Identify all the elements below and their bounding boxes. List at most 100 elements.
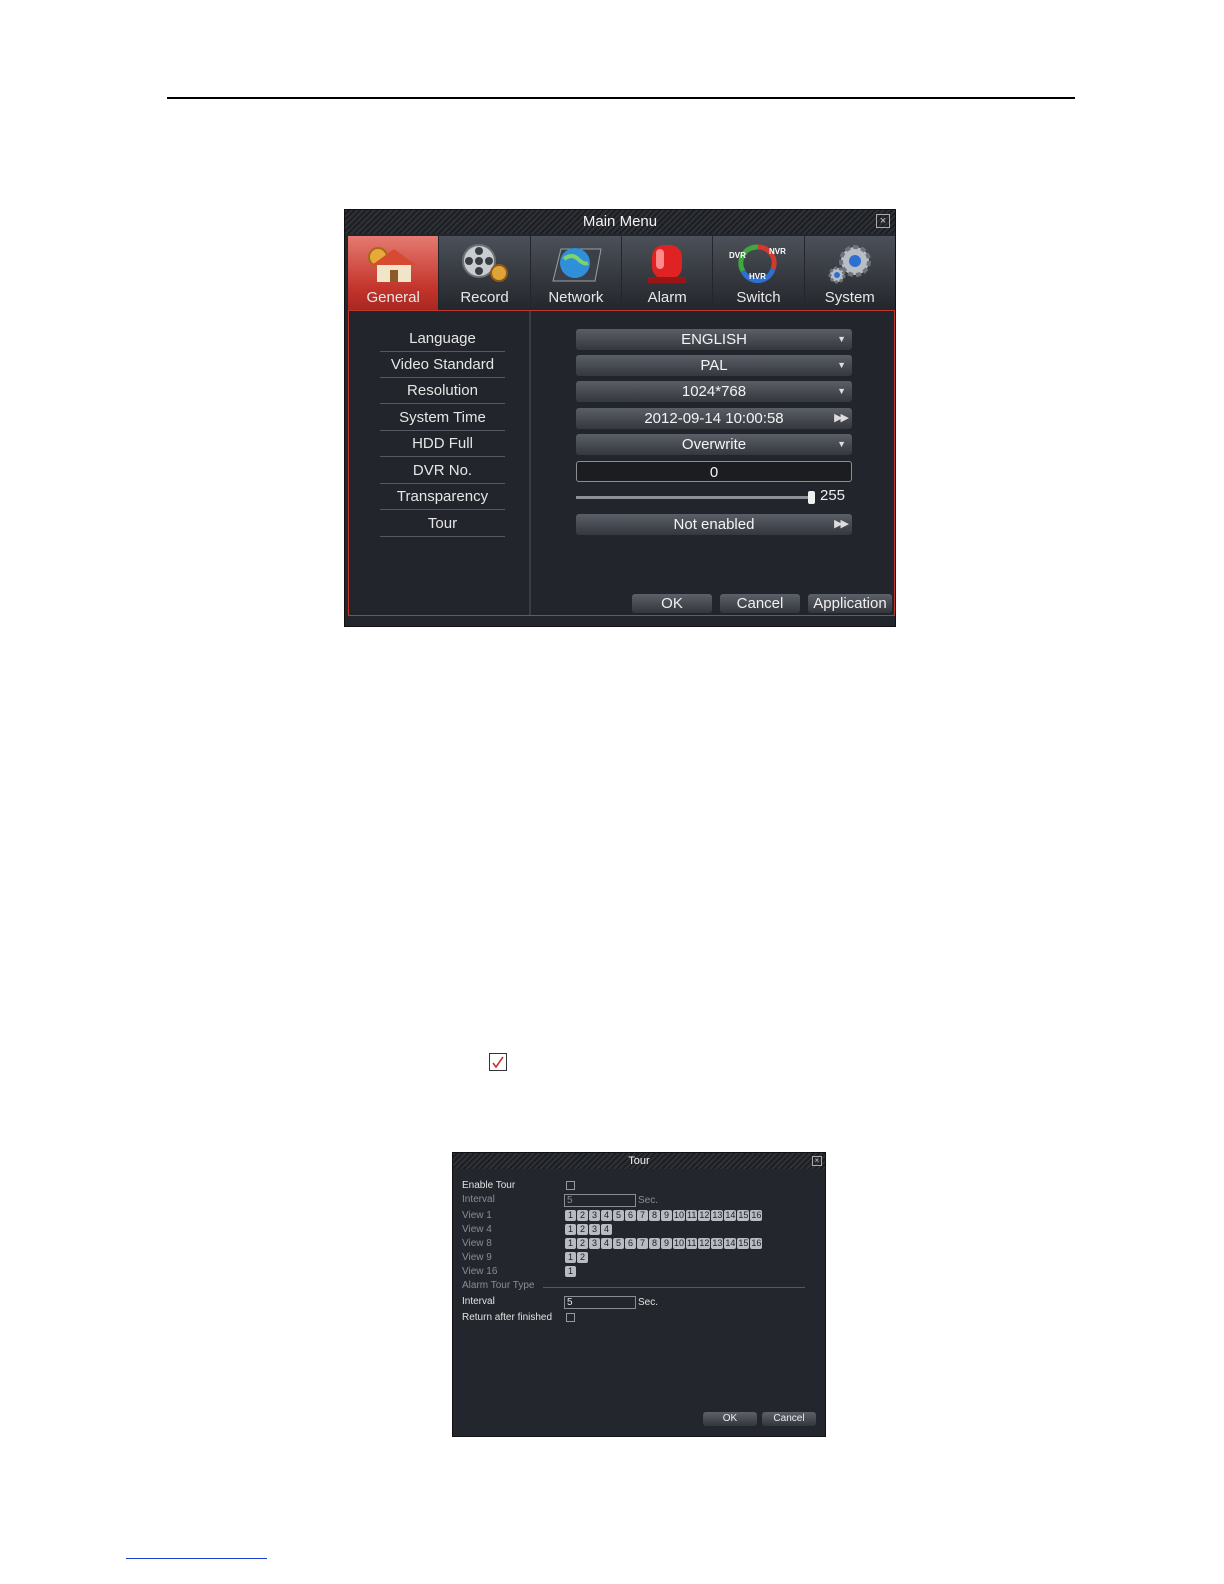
alarm-interval-label: Interval <box>462 1296 495 1307</box>
language-label: Language <box>380 327 505 352</box>
resolution-value: 1024*768 <box>681 383 747 400</box>
channel-button[interactable]: 15 <box>737 1210 750 1221</box>
tour-label: Tour <box>380 512 505 537</box>
hdd-full-dropdown[interactable]: Overwrite ▼ <box>576 434 852 455</box>
channel-button[interactable]: 3 <box>589 1210 600 1221</box>
channel-button[interactable]: 2 <box>577 1224 588 1235</box>
channel-button[interactable]: 4 <box>601 1210 612 1221</box>
channel-button[interactable]: 12 <box>698 1238 711 1249</box>
tour-button[interactable]: Not enabled ▶▶ <box>576 514 852 535</box>
channel-button[interactable]: 1 <box>565 1252 576 1263</box>
close-icon[interactable]: × <box>812 1156 822 1166</box>
tab-network[interactable]: Network <box>530 236 621 310</box>
application-button[interactable]: Application <box>808 594 892 613</box>
tab-system-label: System <box>824 289 875 306</box>
channel-button[interactable]: 13 <box>711 1238 724 1249</box>
hdd-full-label: HDD Full <box>380 432 505 457</box>
channel-button[interactable]: 7 <box>637 1238 648 1249</box>
channel-button[interactable]: 16 <box>750 1238 763 1249</box>
footer-link-underline <box>126 1558 267 1559</box>
gears-icon <box>805 241 895 285</box>
system-time-button[interactable]: 2012-09-14 10:00:58 ▶▶ <box>576 408 852 429</box>
transparency-slider-handle[interactable] <box>808 491 815 504</box>
tour-title: Tour <box>628 1155 650 1167</box>
cancel-button[interactable]: Cancel <box>720 594 800 613</box>
channel-button[interactable]: 1 <box>565 1224 576 1235</box>
tab-system[interactable]: System <box>804 236 895 310</box>
channel-button[interactable]: 14 <box>724 1238 737 1249</box>
channel-button[interactable]: 8 <box>649 1210 660 1221</box>
channel-button[interactable]: 6 <box>625 1210 636 1221</box>
hdd-full-value: Overwrite <box>681 436 747 453</box>
channel-button[interactable]: 4 <box>601 1238 612 1249</box>
alarm-interval-input[interactable]: 5 <box>564 1296 636 1309</box>
channel-button[interactable]: 15 <box>737 1238 750 1249</box>
tab-record[interactable]: Record <box>439 236 530 310</box>
chevron-down-icon: ▼ <box>837 360 846 370</box>
channel-button[interactable]: 14 <box>724 1210 737 1221</box>
close-icon[interactable]: × <box>876 214 890 228</box>
tour-ok-button[interactable]: OK <box>703 1412 757 1426</box>
language-dropdown[interactable]: ENGLISH ▼ <box>576 329 852 350</box>
ok-button[interactable]: OK <box>632 594 712 613</box>
chevron-down-icon: ▼ <box>837 334 846 344</box>
channel-button[interactable]: 5 <box>613 1238 624 1249</box>
chevron-down-icon: ▼ <box>837 439 846 449</box>
view-16-label: View 16 <box>462 1266 498 1277</box>
view-16-channels: 1 <box>565 1266 577 1277</box>
view-8-label: View 8 <box>462 1238 492 1249</box>
channel-button[interactable]: 1 <box>565 1210 576 1221</box>
channel-button[interactable]: 4 <box>601 1224 612 1235</box>
tab-switch[interactable]: DVR NVR HVR Switch <box>713 236 804 310</box>
system-time-label: System Time <box>380 406 505 431</box>
view-1-channels: 1 2 3 4 5 6 7 8 9 10 11 12 13 14 15 16 <box>565 1210 763 1221</box>
transparency-value: 255 <box>820 487 846 504</box>
channel-button[interactable]: 3 <box>589 1238 600 1249</box>
return-after-finished-checkbox[interactable] <box>566 1313 575 1322</box>
tab-network-label: Network <box>548 289 604 306</box>
channel-button[interactable]: 11 <box>686 1238 698 1249</box>
channel-button[interactable]: 2 <box>577 1210 588 1221</box>
video-standard-dropdown[interactable]: PAL ▼ <box>576 355 852 376</box>
switch-icon-dvr: DVR <box>729 251 746 260</box>
channel-button[interactable]: 1 <box>565 1238 576 1249</box>
dvr-no-input[interactable]: 0 <box>576 461 852 482</box>
channel-button[interactable]: 3 <box>589 1224 600 1235</box>
channel-button[interactable]: 8 <box>649 1238 660 1249</box>
channel-button[interactable]: 2 <box>577 1238 588 1249</box>
switch-icon-hvr: HVR <box>749 272 766 281</box>
dvr-nvr-hvr-switch-icon: DVR NVR HVR <box>713 241 803 285</box>
enable-tour-checkbox[interactable] <box>566 1181 575 1190</box>
tab-alarm[interactable]: Alarm <box>621 236 713 310</box>
alarm-tour-type-label: Alarm Tour Type <box>462 1280 535 1291</box>
tour-value: Not enabled <box>673 516 755 533</box>
return-after-finished-label: Return after finished <box>462 1312 553 1323</box>
channel-button[interactable]: 10 <box>673 1238 686 1249</box>
transparency-label: Transparency <box>380 485 505 510</box>
channel-button[interactable]: 2 <box>577 1252 588 1263</box>
language-value: ENGLISH <box>681 331 747 348</box>
channel-button[interactable]: 11 <box>686 1210 698 1221</box>
channel-button[interactable]: 10 <box>673 1210 686 1221</box>
general-settings-panel: Language Video Standard Resolution Syste… <box>348 310 895 616</box>
interval-input[interactable]: 5 <box>564 1194 636 1207</box>
channel-button[interactable]: 5 <box>613 1210 624 1221</box>
channel-button[interactable]: 9 <box>661 1210 672 1221</box>
tab-general-label: General <box>366 289 420 306</box>
channel-button[interactable]: 9 <box>661 1238 672 1249</box>
tab-alarm-label: Alarm <box>647 289 687 306</box>
channel-button[interactable]: 7 <box>637 1210 648 1221</box>
tab-general[interactable]: General <box>348 236 439 310</box>
tour-dialog: Tour × Enable Tour Interval 5 Sec. View … <box>452 1152 826 1437</box>
channel-button[interactable]: 16 <box>750 1210 763 1221</box>
channel-button[interactable]: 13 <box>711 1210 724 1221</box>
channel-button[interactable]: 6 <box>625 1238 636 1249</box>
fast-forward-icon: ▶▶ <box>834 518 849 530</box>
channel-button[interactable]: 12 <box>698 1210 711 1221</box>
switch-icon-nvr: NVR <box>769 247 786 256</box>
tour-cancel-button[interactable]: Cancel <box>762 1412 816 1426</box>
channel-button[interactable]: 1 <box>565 1266 576 1277</box>
transparency-slider[interactable] <box>576 496 812 499</box>
video-standard-label: Video Standard <box>380 353 505 378</box>
resolution-dropdown[interactable]: 1024*768 ▼ <box>576 381 852 402</box>
